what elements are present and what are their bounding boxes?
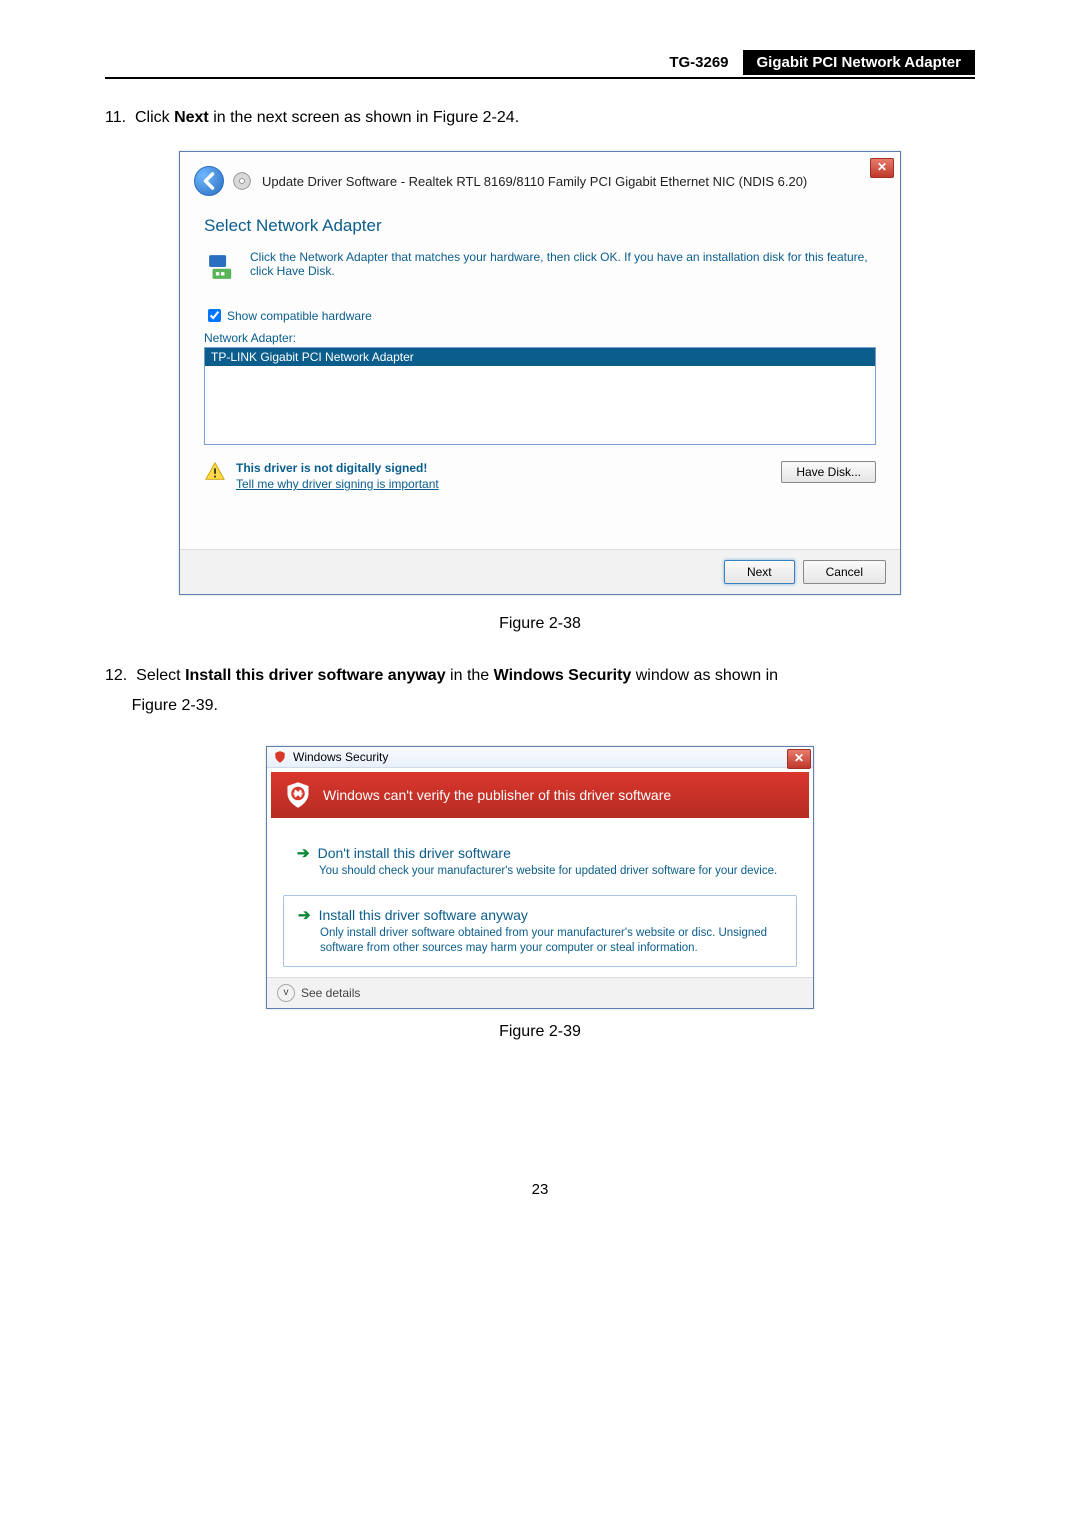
- cd-icon: [232, 171, 252, 191]
- show-compatible-checkbox[interactable]: [208, 309, 221, 322]
- section-title: Select Network Adapter: [204, 216, 876, 236]
- header-model: TG-3269: [655, 50, 742, 75]
- list-label: Network Adapter:: [204, 331, 876, 345]
- signing-info-link[interactable]: Tell me why driver signing is important: [236, 477, 439, 491]
- dont-install-option[interactable]: ➔Don't install this driver software You …: [283, 834, 797, 889]
- dialog-title: Update Driver Software - Realtek RTL 816…: [262, 174, 807, 189]
- close-icon[interactable]: ✕: [787, 749, 811, 769]
- back-arrow-icon[interactable]: [194, 166, 224, 196]
- security-titlebar: Windows Security ✕: [267, 747, 813, 768]
- network-adapter-icon: [204, 250, 238, 284]
- shield-large-icon: [283, 780, 313, 810]
- arrow-icon: ➔: [298, 906, 311, 924]
- see-details-toggle[interactable]: v See details: [267, 977, 813, 1008]
- chevron-down-icon: v: [277, 984, 295, 1002]
- dont-install-subtext: You should check your manufacturer's web…: [319, 864, 783, 879]
- close-icon[interactable]: ✕: [870, 158, 894, 178]
- arrow-icon: ➔: [297, 844, 310, 862]
- have-disk-button[interactable]: Have Disk...: [781, 461, 876, 483]
- step-12-text: 12. Select Install this driver software …: [105, 661, 975, 722]
- header-title: Gigabit PCI Network Adapter: [743, 50, 975, 75]
- banner-text: Windows can't verify the publisher of th…: [323, 787, 671, 803]
- install-anyway-option[interactable]: ➔Install this driver software anyway Onl…: [283, 895, 797, 967]
- dialog-titlebar: Update Driver Software - Realtek RTL 816…: [180, 152, 900, 196]
- update-driver-dialog: ✕ Update Driver Software - Realtek RTL 8…: [179, 151, 901, 595]
- cancel-button[interactable]: Cancel: [803, 560, 886, 584]
- security-title: Windows Security: [293, 750, 388, 764]
- step-11-text: 11. Click Next in the next screen as sho…: [105, 109, 975, 127]
- page-number: 23: [105, 1181, 975, 1198]
- warning-icon: [204, 461, 226, 483]
- list-item[interactable]: TP-LINK Gigabit PCI Network Adapter: [205, 348, 875, 366]
- security-banner: Windows can't verify the publisher of th…: [271, 772, 809, 818]
- next-button[interactable]: Next: [724, 560, 795, 584]
- show-compatible-label: Show compatible hardware: [227, 309, 372, 323]
- figure-caption-2: Figure 2-39: [105, 1023, 975, 1041]
- warning-text: This driver is not digitally signed!: [236, 461, 439, 475]
- page-header: TG-3269 Gigabit PCI Network Adapter: [105, 50, 975, 79]
- figure-caption-1: Figure 2-38: [105, 615, 975, 633]
- install-anyway-subtext: Only install driver software obtained fr…: [320, 926, 782, 956]
- help-text: Click the Network Adapter that matches y…: [250, 250, 876, 278]
- windows-security-dialog: Windows Security ✕ Windows can't verify …: [266, 746, 814, 1009]
- shield-small-icon: [273, 750, 287, 764]
- adapter-list[interactable]: TP-LINK Gigabit PCI Network Adapter: [204, 347, 876, 445]
